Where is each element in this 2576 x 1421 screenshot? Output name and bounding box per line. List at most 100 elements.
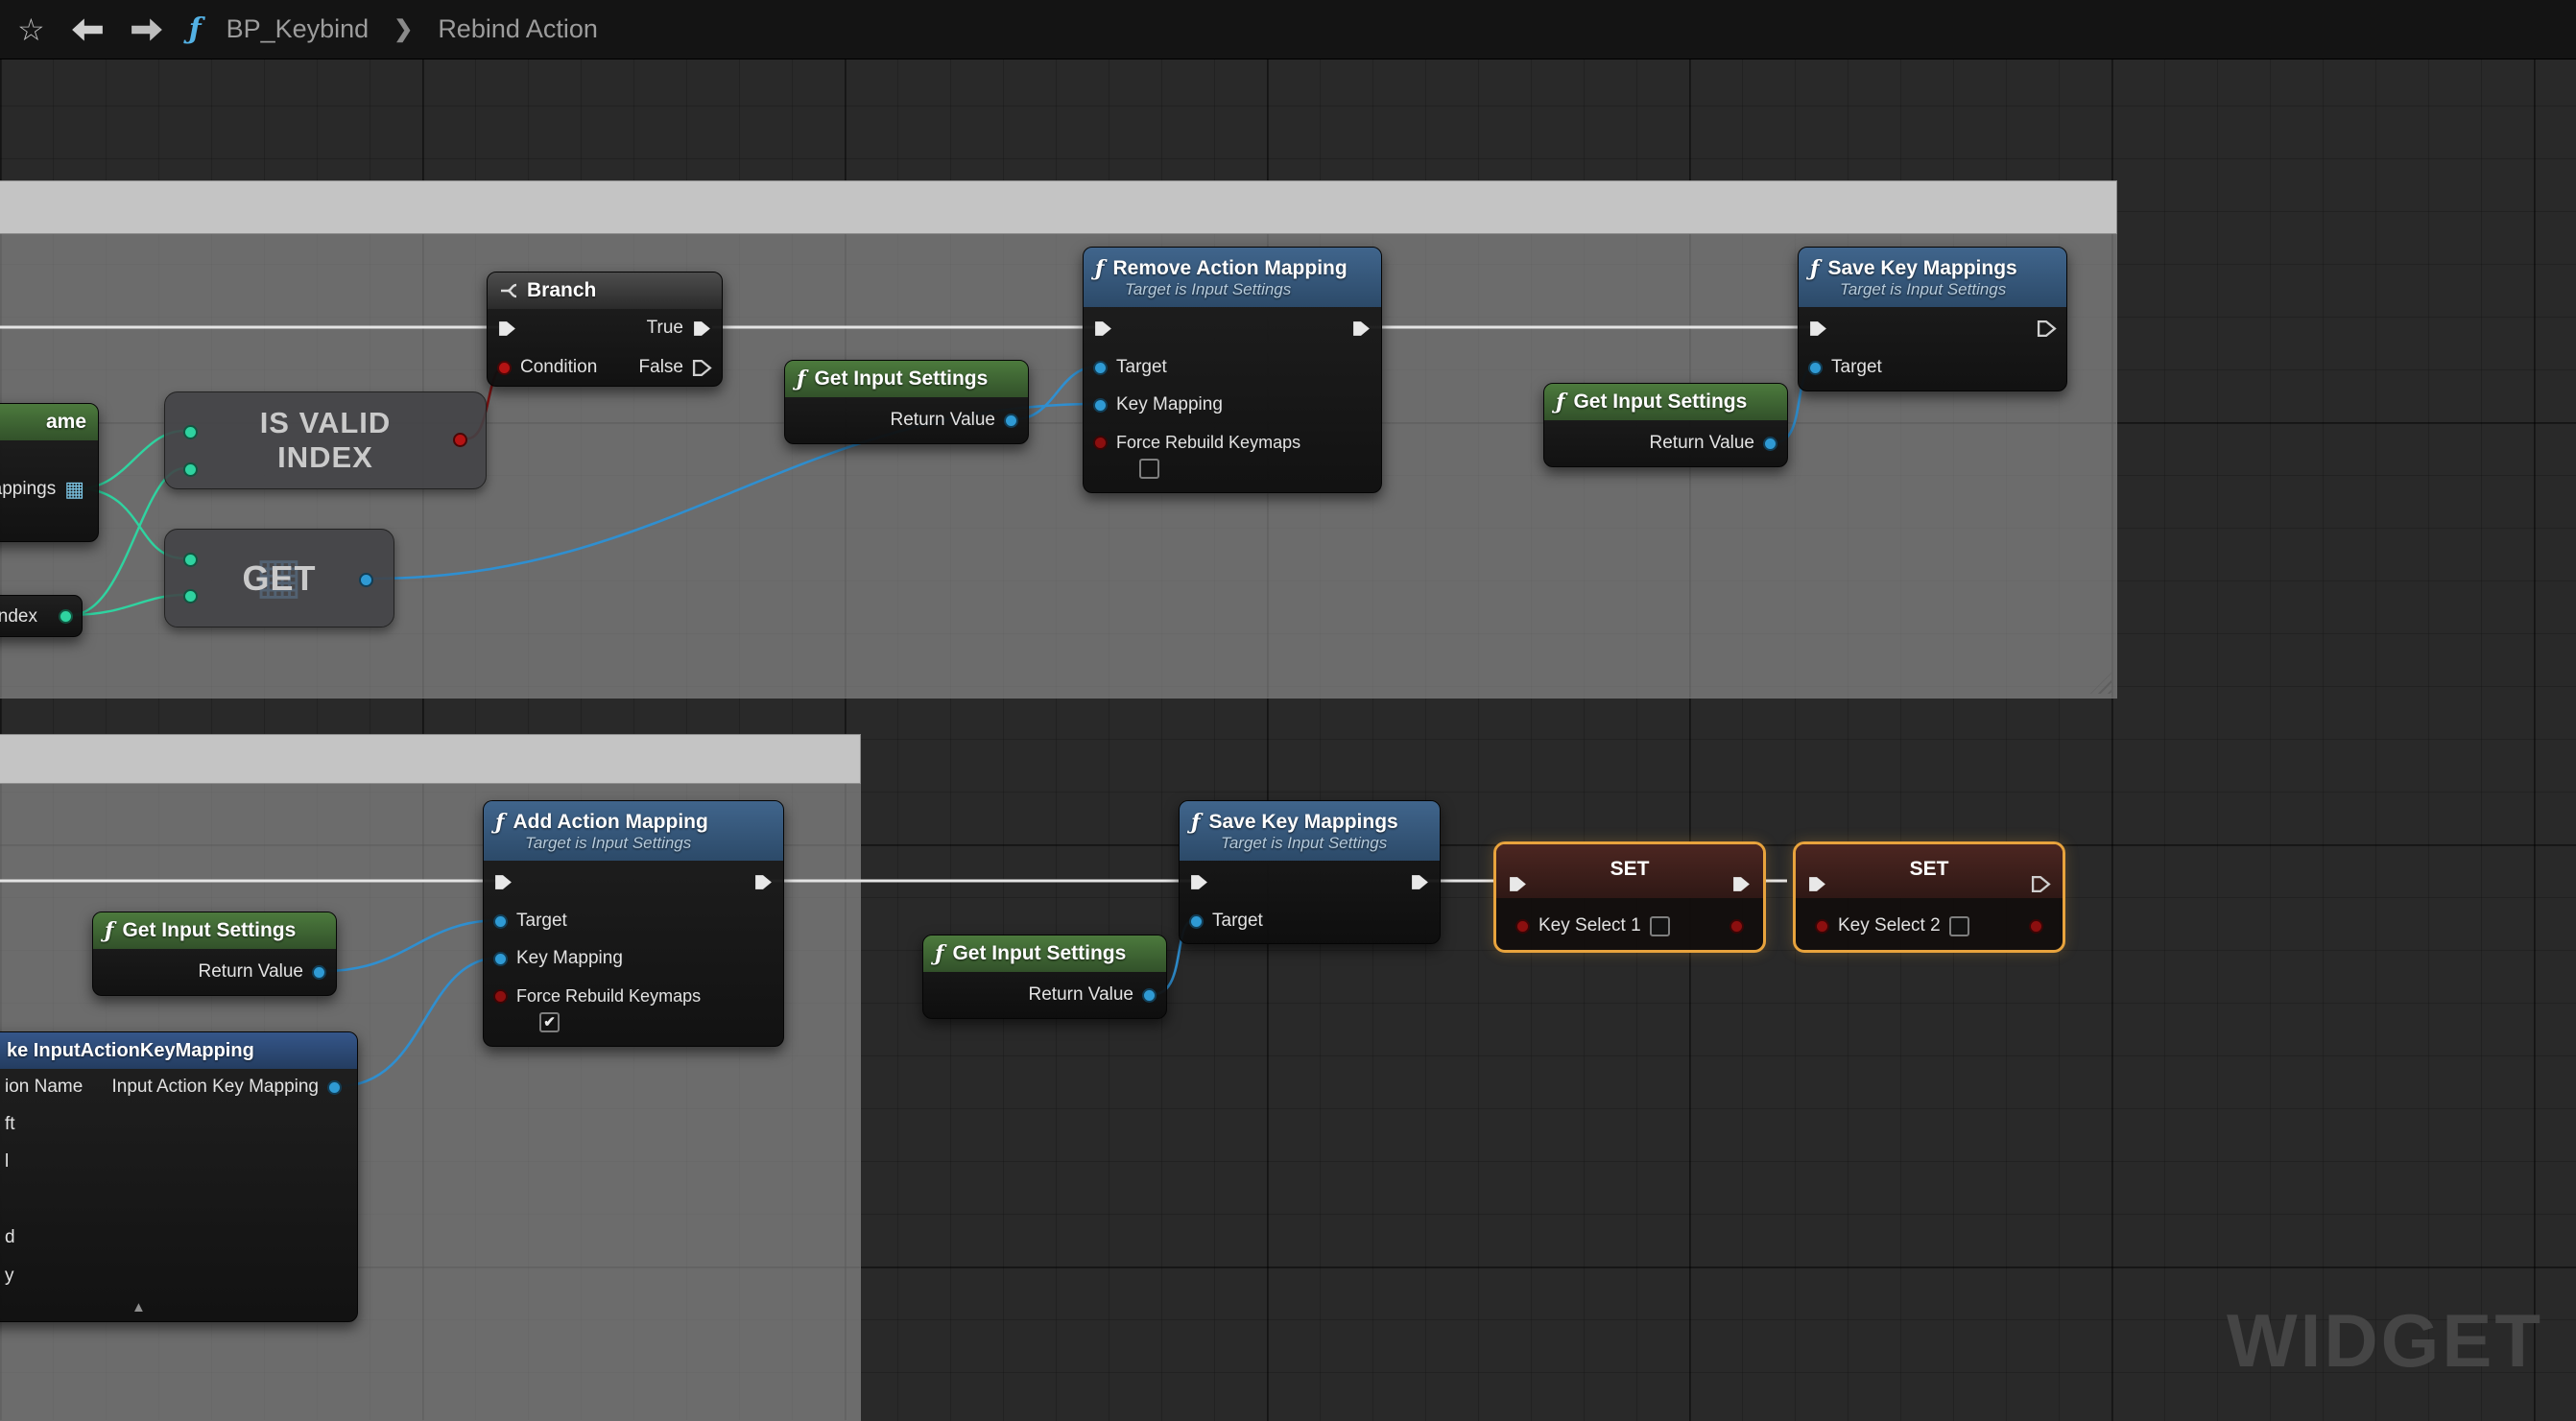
node-is-valid-index[interactable]: IS VALID INDEX xyxy=(164,391,487,489)
node-get-input-settings-4[interactable]: ƒ Get Input Settings Return Value xyxy=(922,935,1167,1019)
key-mapping-pin[interactable] xyxy=(493,952,508,966)
node-title-partial: ke InputActionKeyMapping xyxy=(7,1040,254,1062)
node-title: Add Action Mapping xyxy=(513,811,707,834)
exec-pin-in[interactable] xyxy=(1807,875,1827,893)
bool-pin-condition[interactable] xyxy=(497,361,512,375)
pin-label-ctrl-partial: l xyxy=(5,1151,9,1172)
exec-pin-out[interactable] xyxy=(753,873,774,891)
target-pin[interactable] xyxy=(1808,361,1823,375)
node-title: Get Input Settings xyxy=(952,942,1126,965)
widget-watermark: WIDGET xyxy=(2227,1297,2543,1385)
exec-pin-out[interactable] xyxy=(1351,320,1371,338)
pin-label-output: Input Action Key Mapping xyxy=(112,1077,319,1098)
array-pin-in[interactable] xyxy=(183,553,198,567)
node-title: SET xyxy=(1496,858,1763,881)
exec-pin-in[interactable] xyxy=(493,873,513,891)
node-subtitle: Target is Input Settings xyxy=(525,834,691,853)
node-save-key-mappings-1[interactable]: ƒ Save Key Mappings Target is Input Sett… xyxy=(1798,247,2067,391)
value-checkbox[interactable] xyxy=(1650,916,1670,936)
array-pin-icon[interactable]: ▦ xyxy=(64,477,84,502)
branch-icon xyxy=(499,281,518,300)
exec-pin-in[interactable] xyxy=(1189,873,1209,891)
return-value-pin[interactable] xyxy=(312,965,326,980)
node-title-line1: IS VALID xyxy=(260,406,392,440)
breadcrumb-blueprint[interactable]: BP_Keybind xyxy=(227,14,370,44)
exec-pin-false[interactable] xyxy=(692,359,712,377)
variable-label: Key Select 2 xyxy=(1838,915,1941,936)
node-make-input-action-key-mapping[interactable]: ke InputActionKeyMapping ion Name Input … xyxy=(0,1031,358,1322)
node-action-mappings-partial[interactable]: ame ▦ appings xyxy=(0,403,99,542)
node-title: Save Key Mappings xyxy=(1827,257,2016,280)
function-icon: ƒ xyxy=(189,12,202,46)
int-pin-out[interactable] xyxy=(59,609,73,624)
pin-label-key-mapping: Key Mapping xyxy=(516,948,623,969)
bool-pin-in[interactable] xyxy=(1515,919,1530,934)
bool-pin-out[interactable] xyxy=(1729,919,1744,934)
node-title: Remove Action Mapping xyxy=(1112,257,1347,280)
bool-pin-out[interactable] xyxy=(2029,919,2043,934)
force-rebuild-pin[interactable] xyxy=(1093,436,1108,450)
exec-pin-out[interactable] xyxy=(2031,875,2051,893)
comment-box-bottom-title[interactable] xyxy=(0,734,861,784)
node-title: SET xyxy=(1796,858,2063,881)
exec-pin-out[interactable] xyxy=(1731,875,1752,893)
force-rebuild-checkbox[interactable] xyxy=(1139,459,1159,479)
node-title-partial: ame xyxy=(46,411,86,434)
return-value-pin[interactable] xyxy=(1004,414,1018,428)
bool-pin-out[interactable] xyxy=(453,433,467,447)
return-value-pin[interactable] xyxy=(1142,988,1157,1003)
node-add-action-mapping[interactable]: ƒ Add Action Mapping Target is Input Set… xyxy=(483,800,784,1047)
item-pin-out[interactable] xyxy=(359,573,373,587)
variable-label: l Index xyxy=(0,606,37,628)
exec-pin-true[interactable] xyxy=(692,320,712,338)
favorite-star-icon[interactable]: ☆ xyxy=(17,14,45,45)
bool-pin-in[interactable] xyxy=(1815,919,1829,934)
pin-label-mappings: appings xyxy=(0,479,56,500)
pin-label-shift-partial: ft xyxy=(5,1114,15,1135)
node-get[interactable]: ▦ GET xyxy=(164,529,394,628)
node-get-input-settings-2[interactable]: ƒ Get Input Settings Return Value xyxy=(1543,383,1788,467)
node-title: GET xyxy=(242,558,316,599)
target-pin[interactable] xyxy=(493,914,508,929)
value-checkbox[interactable] xyxy=(1949,916,1969,936)
back-arrow-icon[interactable] xyxy=(70,16,105,43)
collapse-arrow-icon[interactable]: ▲ xyxy=(131,1299,146,1315)
node-save-key-mappings-2[interactable]: ƒ Save Key Mappings Target is Input Sett… xyxy=(1179,800,1441,944)
key-mapping-pin[interactable] xyxy=(1093,398,1108,413)
exec-pin-in[interactable] xyxy=(1093,320,1113,338)
node-get-input-settings-1[interactable]: ƒ Get Input Settings Return Value xyxy=(784,360,1029,444)
forward-arrow-icon[interactable] xyxy=(130,16,164,43)
exec-pin-out[interactable] xyxy=(1410,873,1430,891)
node-get-input-settings-3[interactable]: ƒ Get Input Settings Return Value xyxy=(92,912,337,996)
node-set-key-select-1[interactable]: SET Key Select 1 xyxy=(1493,841,1766,953)
force-rebuild-checkbox[interactable]: ✔ xyxy=(539,1012,560,1032)
return-value-pin[interactable] xyxy=(1763,437,1777,451)
exec-pin-in[interactable] xyxy=(1508,875,1528,893)
exec-pin-in[interactable] xyxy=(1808,320,1828,338)
comment-box-top-title[interactable] xyxy=(0,180,2117,234)
array-pin-in[interactable] xyxy=(183,425,198,439)
breadcrumb-function[interactable]: Rebind Action xyxy=(438,14,598,44)
function-icon: ƒ xyxy=(495,810,504,835)
node-branch[interactable]: Branch True Condition False xyxy=(487,272,723,387)
pin-label-force-rebuild: Force Rebuild Keymaps xyxy=(1116,433,1300,453)
node-valid-index-partial[interactable]: l Index xyxy=(0,595,83,637)
function-icon: ƒ xyxy=(1095,256,1104,281)
node-title: Get Input Settings xyxy=(1573,391,1747,414)
force-rebuild-pin[interactable] xyxy=(493,989,508,1004)
struct-pin-out[interactable] xyxy=(327,1080,342,1095)
target-pin[interactable] xyxy=(1093,361,1108,375)
pin-label-return-value: Return Value xyxy=(1029,984,1134,1006)
comment-resize-handle[interactable] xyxy=(2090,673,2111,694)
pin-label-key-mapping: Key Mapping xyxy=(1116,394,1223,415)
variable-label: Key Select 1 xyxy=(1538,915,1641,936)
index-pin-in[interactable] xyxy=(183,462,198,477)
target-pin[interactable] xyxy=(1189,914,1204,929)
pin-label-false: False xyxy=(639,357,683,378)
node-set-key-select-2[interactable]: SET Key Select 2 xyxy=(1793,841,2065,953)
exec-pin-in[interactable] xyxy=(497,320,517,338)
index-pin-in[interactable] xyxy=(183,589,198,604)
node-subtitle: Target is Input Settings xyxy=(1221,834,1387,853)
node-remove-action-mapping[interactable]: ƒ Remove Action Mapping Target is Input … xyxy=(1083,247,1382,493)
exec-pin-out[interactable] xyxy=(2037,320,2057,338)
